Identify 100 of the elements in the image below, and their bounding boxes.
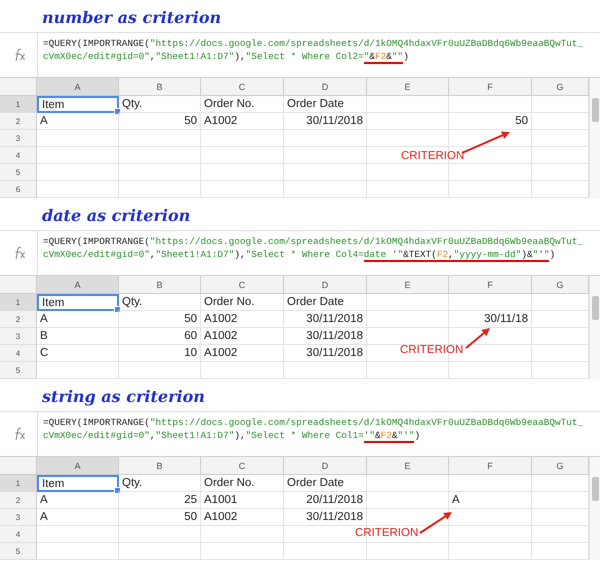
empty-cell[interactable] [367, 362, 449, 379]
table-cell[interactable]: A1002 [201, 328, 284, 345]
empty-cell[interactable] [367, 130, 449, 147]
empty-cell[interactable] [449, 294, 532, 311]
empty-cell[interactable] [201, 362, 284, 379]
table-cell[interactable]: 30/11/18 [449, 311, 532, 328]
table-cell[interactable]: Order No. [201, 475, 284, 492]
row-header[interactable]: 4 [0, 526, 37, 543]
empty-cell[interactable] [367, 164, 449, 181]
column-header[interactable]: A [37, 457, 119, 475]
column-header[interactable]: F [449, 78, 532, 96]
column-header[interactable]: D [284, 276, 367, 294]
empty-cell[interactable] [119, 164, 201, 181]
empty-cell[interactable] [284, 362, 367, 379]
empty-cell[interactable] [201, 130, 284, 147]
column-header[interactable]: C [201, 457, 284, 475]
formula-text[interactable]: =QUERY(IMPORTRANGE("https://docs.google.com/spreadsheets/d/1kOMQ4hdaxVFr0uUZBaDBdq6Wb9eaaBQwTut_ cVmX0ec/edit#gid=0","Sheet1!A1:D7"),"Select * Where Col4=date '"&TEXT(F2,"yyyy-mm-dd")&"'") [38, 231, 584, 275]
empty-cell[interactable] [367, 543, 449, 560]
column-header[interactable]: E [367, 78, 449, 96]
column-header[interactable]: G [532, 78, 589, 96]
empty-cell[interactable] [449, 362, 532, 379]
table-cell[interactable]: B [37, 328, 119, 345]
row-header[interactable]: 4 [0, 147, 37, 164]
formula-text[interactable]: =QUERY(IMPORTRANGE("https://docs.google.com/spreadsheets/d/1kOMQ4hdaxVFr0uUZBaDBdq6Wb9eaaBQwTut_ cVmX0ec/edit#gid=0","Sheet1!A1:D7"),"Select * Where Col2="&F2&"") [38, 33, 584, 77]
column-header[interactable]: F [449, 276, 532, 294]
empty-cell[interactable] [119, 543, 201, 560]
table-cell[interactable]: Item [37, 96, 119, 113]
column-header[interactable]: F [449, 457, 532, 475]
empty-cell[interactable] [449, 164, 532, 181]
row-header[interactable]: 4 [0, 345, 37, 362]
table-cell[interactable]: Order No. [201, 294, 284, 311]
corner-header[interactable] [0, 78, 37, 96]
empty-cell[interactable] [449, 526, 532, 543]
table-cell[interactable]: 50 [119, 113, 201, 130]
table-cell[interactable]: 25 [119, 492, 201, 509]
corner-header[interactable] [0, 276, 37, 294]
table-cell[interactable]: Order Date [284, 294, 367, 311]
column-header[interactable]: D [284, 78, 367, 96]
empty-cell[interactable] [119, 526, 201, 543]
scrollbar-track[interactable] [589, 78, 600, 198]
empty-cell[interactable] [449, 543, 532, 560]
table-cell[interactable]: 30/11/2018 [284, 328, 367, 345]
table-cell[interactable]: A [37, 113, 119, 130]
fill-handle[interactable] [114, 306, 121, 313]
table-cell[interactable]: 10 [119, 345, 201, 362]
empty-cell[interactable] [367, 113, 449, 130]
column-header[interactable]: E [367, 457, 449, 475]
empty-cell[interactable] [201, 147, 284, 164]
corner-header[interactable] [0, 457, 37, 475]
empty-cell[interactable] [367, 181, 449, 198]
scrollbar-track[interactable] [589, 457, 600, 560]
table-cell[interactable]: A1001 [201, 492, 284, 509]
empty-cell[interactable] [449, 181, 532, 198]
formula-text[interactable]: =QUERY(IMPORTRANGE("https://docs.google.com/spreadsheets/d/1kOMQ4hdaxVFr0uUZBaDBdq6Wb9eaaBQwTut_ cVmX0ec/edit#gid=0","Sheet1!A1:D7"),"Select * Where Col1='"&F2&"'") [38, 412, 584, 456]
row-header[interactable]: 5 [0, 164, 37, 181]
empty-cell[interactable] [119, 362, 201, 379]
empty-cell[interactable] [119, 130, 201, 147]
empty-cell[interactable] [201, 181, 284, 198]
empty-cell[interactable] [119, 147, 201, 164]
empty-cell[interactable] [367, 294, 449, 311]
empty-cell[interactable] [284, 147, 367, 164]
table-cell[interactable]: A1002 [201, 311, 284, 328]
row-header[interactable]: 2 [0, 113, 37, 130]
scrollbar-thumb[interactable] [592, 98, 599, 122]
table-cell[interactable]: Item [37, 475, 119, 492]
table-cell[interactable]: Qty. [119, 294, 201, 311]
empty-cell[interactable] [367, 311, 449, 328]
column-header[interactable]: B [119, 78, 201, 96]
fill-handle[interactable] [114, 487, 121, 494]
empty-cell[interactable] [367, 328, 449, 345]
column-header[interactable]: D [284, 457, 367, 475]
empty-cell[interactable] [201, 526, 284, 543]
scrollbar-thumb[interactable] [592, 296, 599, 320]
table-cell[interactable]: 50 [119, 509, 201, 526]
table-cell[interactable]: A1002 [201, 113, 284, 130]
table-cell[interactable]: A1002 [201, 509, 284, 526]
row-header[interactable]: 2 [0, 311, 37, 328]
row-header[interactable]: 3 [0, 328, 37, 345]
row-header[interactable]: 5 [0, 543, 37, 560]
row-header[interactable]: 5 [0, 362, 37, 379]
row-header[interactable]: 1 [0, 96, 37, 113]
table-cell[interactable]: C [37, 345, 119, 362]
row-header[interactable]: 1 [0, 294, 37, 311]
empty-cell[interactable] [367, 96, 449, 113]
table-cell[interactable]: A [449, 492, 532, 509]
table-cell[interactable]: Order Date [284, 96, 367, 113]
column-header[interactable]: C [201, 78, 284, 96]
row-header[interactable]: 2 [0, 492, 37, 509]
empty-cell[interactable] [284, 130, 367, 147]
table-cell[interactable]: 50 [449, 113, 532, 130]
table-cell[interactable]: 60 [119, 328, 201, 345]
table-cell[interactable]: 30/11/2018 [284, 509, 367, 526]
row-header[interactable]: 1 [0, 475, 37, 492]
column-header[interactable]: E [367, 276, 449, 294]
table-cell[interactable]: Qty. [119, 96, 201, 113]
column-header[interactable]: B [119, 457, 201, 475]
empty-cell[interactable] [201, 543, 284, 560]
empty-cell[interactable] [201, 164, 284, 181]
table-cell[interactable]: Qty. [119, 475, 201, 492]
empty-cell[interactable] [367, 475, 449, 492]
